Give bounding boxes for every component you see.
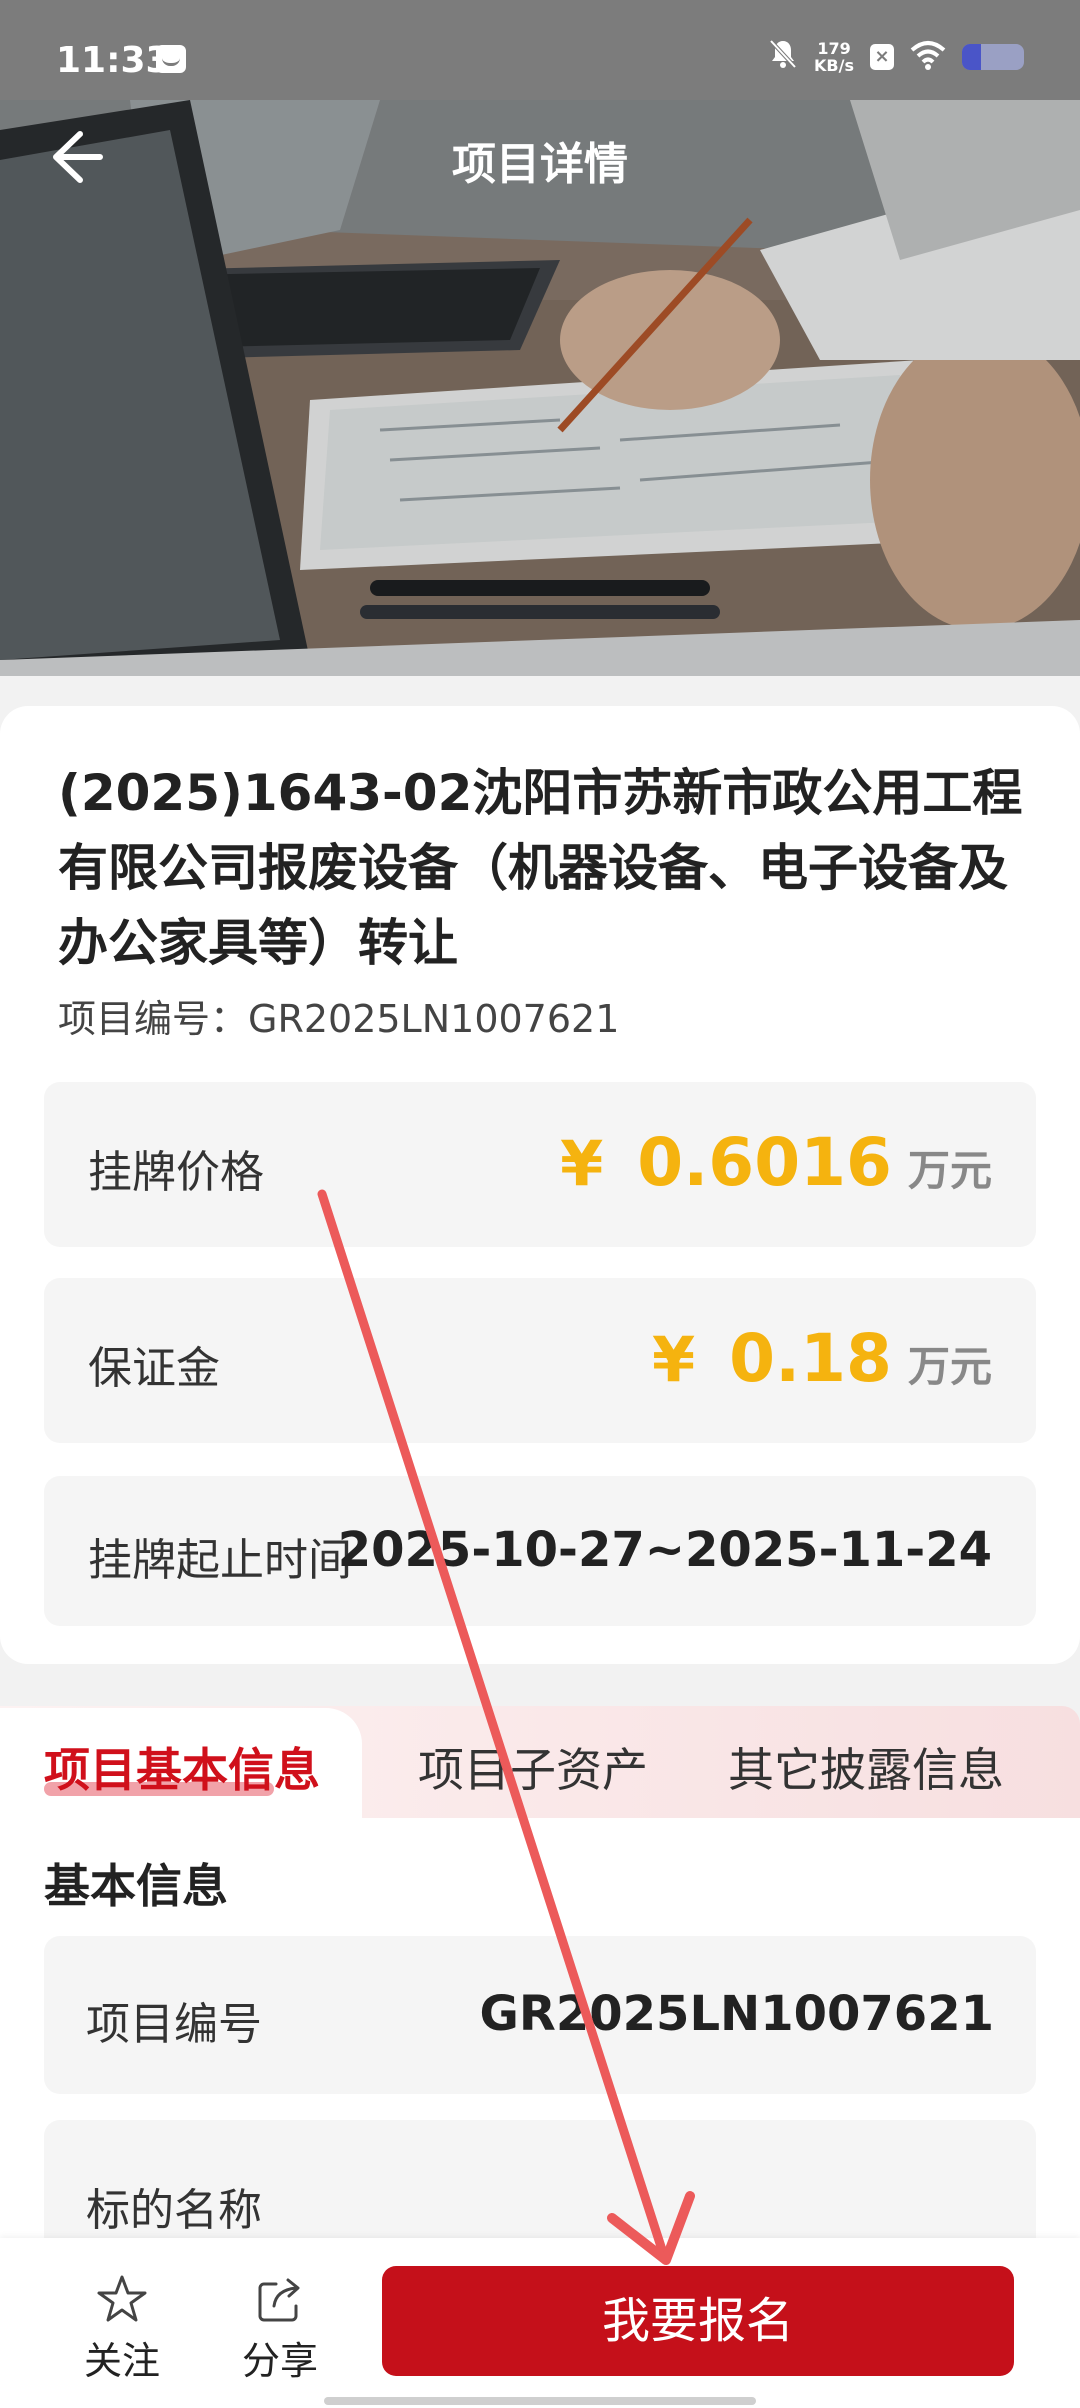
battery-fill	[962, 44, 981, 70]
star-icon	[97, 2275, 147, 2322]
nav-bar: 项目详情	[0, 100, 1080, 220]
net-speed-unit: KB/s	[814, 56, 854, 75]
detail-label: 标的名称	[86, 2185, 262, 2236]
signup-button[interactable]: 我要报名	[382, 2266, 1014, 2376]
battery-icon	[962, 44, 1024, 70]
home-indicator	[324, 2397, 756, 2405]
currency-symbol: ¥	[560, 1127, 604, 1200]
share-icon	[258, 2278, 300, 2322]
x-icon: ×	[870, 44, 894, 70]
project-info-card: (2025)1643-02沈阳市苏新市政公用工程有限公司报废设备（机器设备、电子…	[0, 706, 1080, 1664]
wifi-icon	[910, 40, 946, 74]
detail-label: 项目编号	[86, 1999, 262, 2050]
status-icons: 179 KB/s ×	[768, 38, 1024, 76]
share-button[interactable]: 分享	[220, 2272, 340, 2385]
section-title: 基本信息	[44, 1859, 228, 1913]
listing-price-unit: 万元	[907, 1146, 992, 1195]
listing-period-label: 挂牌起止时间	[88, 1535, 352, 1586]
bottom-action-bar: 关注 分享 我要报名	[0, 2238, 1080, 2408]
status-time: 11:33	[56, 40, 171, 81]
currency-symbol: ¥	[652, 1323, 696, 1396]
listing-price-row: 挂牌价格 ¥ 0.6016 万元	[44, 1082, 1036, 1247]
project-code: 项目编号：GR2025LN1007621	[58, 997, 620, 1041]
status-bar: 11:33 179 KB/s ×	[0, 0, 1080, 100]
deposit-label: 保证金	[88, 1343, 220, 1394]
deposit-price: ¥ 0.18 万元	[652, 1320, 992, 1397]
deposit-value: 0.18	[729, 1320, 892, 1397]
page-title: 项目详情	[452, 139, 628, 190]
listing-price: ¥ 0.6016 万元	[560, 1124, 992, 1201]
message-icon	[156, 45, 186, 73]
net-speed-value: 179	[817, 39, 851, 58]
bell-mute-icon	[768, 38, 798, 76]
deposit-unit: 万元	[907, 1342, 992, 1391]
net-speed: 179 KB/s	[814, 40, 854, 74]
tab-sub-assets[interactable]: 项目子资产	[418, 1734, 648, 1800]
tab-other-disclosure[interactable]: 其它披露信息	[728, 1734, 1004, 1800]
share-label: 分享	[241, 2339, 318, 2383]
deposit-row: 保证金 ¥ 0.18 万元	[44, 1278, 1036, 1443]
detail-value: GR2025LN1007621	[479, 1986, 995, 2042]
follow-label: 关注	[83, 2339, 160, 2383]
project-title: (2025)1643-02沈阳市苏新市政公用工程有限公司报废设备（机器设备、电子…	[58, 764, 1023, 972]
tab-basic-info[interactable]: 项目基本信息	[44, 1734, 320, 1800]
follow-button[interactable]: 关注	[62, 2272, 182, 2385]
listing-price-value: 0.6016	[637, 1124, 892, 1201]
listing-period-row: 挂牌起止时间 2025-10-27~2025-11-24	[44, 1476, 1036, 1626]
listing-price-label: 挂牌价格	[88, 1147, 264, 1198]
detail-row-project-code: 项目编号 GR2025LN1007621	[44, 1936, 1036, 2094]
listing-period-value: 2025-10-27~2025-11-24	[337, 1522, 992, 1578]
